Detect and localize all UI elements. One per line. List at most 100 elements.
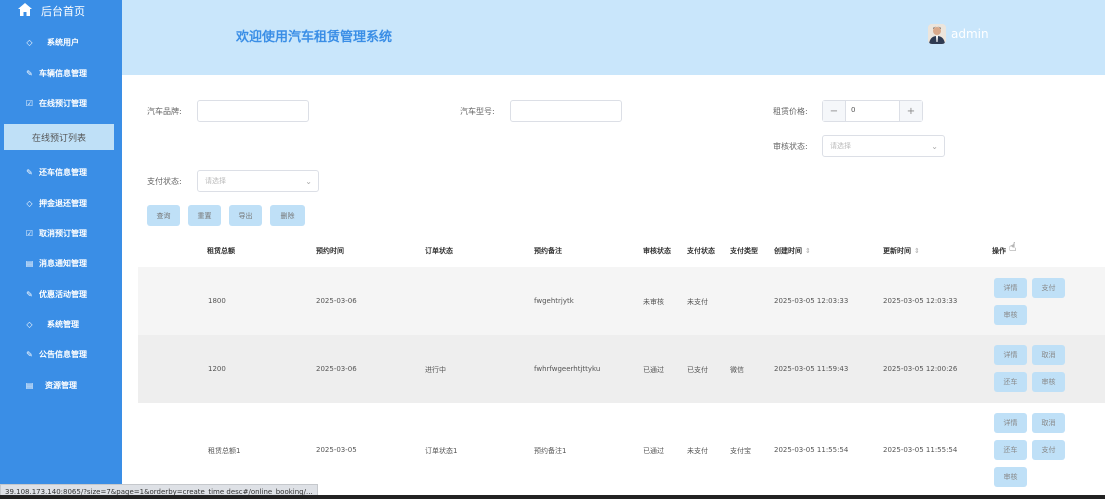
cell-note: fwhrfwgeerhtjttyku <box>534 365 601 373</box>
sidebar-item-label: 优惠活动管理 <box>39 289 87 299</box>
cell-order-status: 订单状态1 <box>425 447 458 455</box>
reset-button[interactable]: 重置 <box>188 205 221 226</box>
col-header-pay-status: 支付状态 <box>687 247 715 255</box>
sidebar-item-messages[interactable]: ▤ 消息通知管理 <box>0 253 122 273</box>
sort-icon[interactable]: ⇕ <box>805 247 811 255</box>
cell-book-time: 2025-03-06 <box>316 297 357 305</box>
bottom-border <box>0 495 1105 499</box>
table-row: 1200 2025-03-06 进行中 fwhrfwgeerhtjttyku 已… <box>138 335 1105 403</box>
audit-button[interactable]: 审核 <box>994 467 1027 487</box>
sidebar-item-label: 系统管理 <box>47 319 79 329</box>
col-header-ops: 操作 <box>992 247 1006 255</box>
cell-pay-type: 微信 <box>730 366 744 374</box>
cell-updated: 2025-03-05 12:03:33 <box>883 297 958 305</box>
sidebar-item-label: 车辆信息管理 <box>39 68 87 78</box>
sidebar-item-announcements[interactable]: ✎ 公告信息管理 <box>0 344 122 364</box>
sidebar-item-label: 押金退还管理 <box>39 198 87 208</box>
model-label: 汽车型号: <box>460 107 495 116</box>
cell-total: 1200 <box>208 365 226 373</box>
sidebar-item-label: 后台首页 <box>41 5 85 18</box>
col-header-note: 预约备注 <box>534 247 562 255</box>
brand-input[interactable] <box>197 100 309 122</box>
header: 欢迎使用汽车租赁管理系统 admin <box>122 0 1105 75</box>
sidebar-item-promotions[interactable]: ✎ 优惠活动管理 <box>0 284 122 304</box>
sidebar-item-label: 消息通知管理 <box>39 258 87 268</box>
doc-icon: ▤ <box>25 258 34 268</box>
cell-audit: 已通过 <box>643 447 664 455</box>
cell-pay-status: 未支付 <box>687 298 708 306</box>
sidebar-item-system[interactable]: ◇ 系统管理 <box>0 314 122 334</box>
sidebar-item-system-users[interactable]: ◇ 系统用户 <box>0 32 122 52</box>
cell-audit: 已通过 <box>643 366 664 374</box>
sidebar-item-online-booking[interactable]: ☑ 在线预订管理 <box>0 93 122 113</box>
audit-placeholder: 请选择 <box>830 142 851 150</box>
col-header-total: 租赁总额 <box>207 247 235 255</box>
sidebar-subitem-online-booking-list[interactable]: 在线预订列表 <box>4 124 114 150</box>
col-header-created[interactable]: 创建时间 ⇕ <box>774 246 811 256</box>
sidebar-item-resources[interactable]: ▤ 资源管理 <box>0 375 122 395</box>
increment-button[interactable]: + <box>899 101 922 121</box>
delete-button[interactable]: 删除 <box>270 205 305 226</box>
model-input[interactable] <box>510 100 622 122</box>
cell-pay-status: 未支付 <box>687 447 708 455</box>
cell-pay-status: 已支付 <box>687 366 708 374</box>
sidebar-item-deposit[interactable]: ◇ 押金退还管理 <box>0 193 122 213</box>
detail-button[interactable]: 详情 <box>994 278 1027 298</box>
sidebar-item-label: 系统用户 <box>47 37 79 47</box>
chevron-down-icon: ⌄ <box>931 141 938 151</box>
sidebar-item-vehicles[interactable]: ✎ 车辆信息管理 <box>0 63 122 83</box>
col-header-pay-type: 支付类型 <box>730 247 758 255</box>
sidebar-item-label: 公告信息管理 <box>39 349 87 359</box>
sort-icon[interactable]: ⇕ <box>914 247 920 255</box>
price-value[interactable]: 0 <box>851 106 855 114</box>
doc-icon: ▤ <box>25 380 34 390</box>
table-row: 1800 2025-03-06 fwgehtrjytk 未审核 未支付 2025… <box>138 267 1105 335</box>
shield-icon: ◇ <box>26 319 33 329</box>
export-button[interactable]: 导出 <box>229 205 262 226</box>
pay-select[interactable]: 请选择 ⌄ <box>197 170 319 192</box>
col-header-updated[interactable]: 更新时间 ⇕ <box>883 246 920 256</box>
cell-note: fwgehtrjytk <box>534 297 574 305</box>
cell-updated: 2025-03-05 11:55:54 <box>883 446 958 454</box>
detail-button[interactable]: 详情 <box>994 413 1027 433</box>
sidebar-item-cancel[interactable]: ☑ 取消预订管理 <box>0 223 122 243</box>
username[interactable]: admin <box>951 27 989 41</box>
col-header-updated-label: 更新时间 <box>883 247 911 255</box>
cell-created: 2025-03-05 11:59:43 <box>774 365 849 373</box>
edit-icon: ✎ <box>26 349 33 359</box>
cell-audit: 未审核 <box>643 298 664 306</box>
return-button[interactable]: 还车 <box>994 372 1027 392</box>
cell-order-status: 进行中 <box>425 366 446 374</box>
audit-select[interactable]: 请选择 ⌄ <box>822 135 945 157</box>
sidebar-item-return[interactable]: ✎ 还车信息管理 <box>0 162 122 182</box>
sidebar-item-label: 在线预订管理 <box>39 98 87 108</box>
edit-icon: ✎ <box>26 68 33 78</box>
sidebar-item-home[interactable]: 后台首页 <box>0 0 122 22</box>
pay-button[interactable]: 支付 <box>1032 278 1065 298</box>
chevron-down-icon: ⌄ <box>305 176 312 186</box>
pay-button[interactable]: 支付 <box>1032 440 1065 460</box>
cell-total: 租赁总额1 <box>208 447 241 455</box>
audit-button[interactable]: 审核 <box>994 305 1027 325</box>
checkbox-icon: ☑ <box>25 228 34 238</box>
sidebar-item-label: 还车信息管理 <box>39 167 87 177</box>
decrement-button[interactable]: − <box>823 101 846 121</box>
return-button[interactable]: 还车 <box>994 440 1027 460</box>
col-header-book-time: 预约时间 <box>316 247 344 255</box>
price-stepper[interactable]: − 0 + <box>822 100 923 122</box>
col-header-created-label: 创建时间 <box>774 247 802 255</box>
sidebar-item-label: 取消预订管理 <box>39 228 87 238</box>
cell-note: 预约备注1 <box>534 447 567 455</box>
detail-button[interactable]: 详情 <box>994 345 1027 365</box>
cell-pay-type: 支付宝 <box>730 447 751 455</box>
price-label: 租赁价格: <box>773 107 808 116</box>
cancel-button[interactable]: 取消 <box>1032 413 1065 433</box>
col-header-audit: 审核状态 <box>643 247 671 255</box>
edit-icon: ✎ <box>26 289 33 299</box>
cell-book-time: 2025-03-06 <box>316 365 357 373</box>
audit-button[interactable]: 审核 <box>1032 372 1065 392</box>
avatar[interactable] <box>928 24 946 44</box>
pay-label: 支付状态: <box>147 177 182 186</box>
query-button[interactable]: 查询 <box>147 205 180 226</box>
cancel-button[interactable]: 取消 <box>1032 345 1065 365</box>
